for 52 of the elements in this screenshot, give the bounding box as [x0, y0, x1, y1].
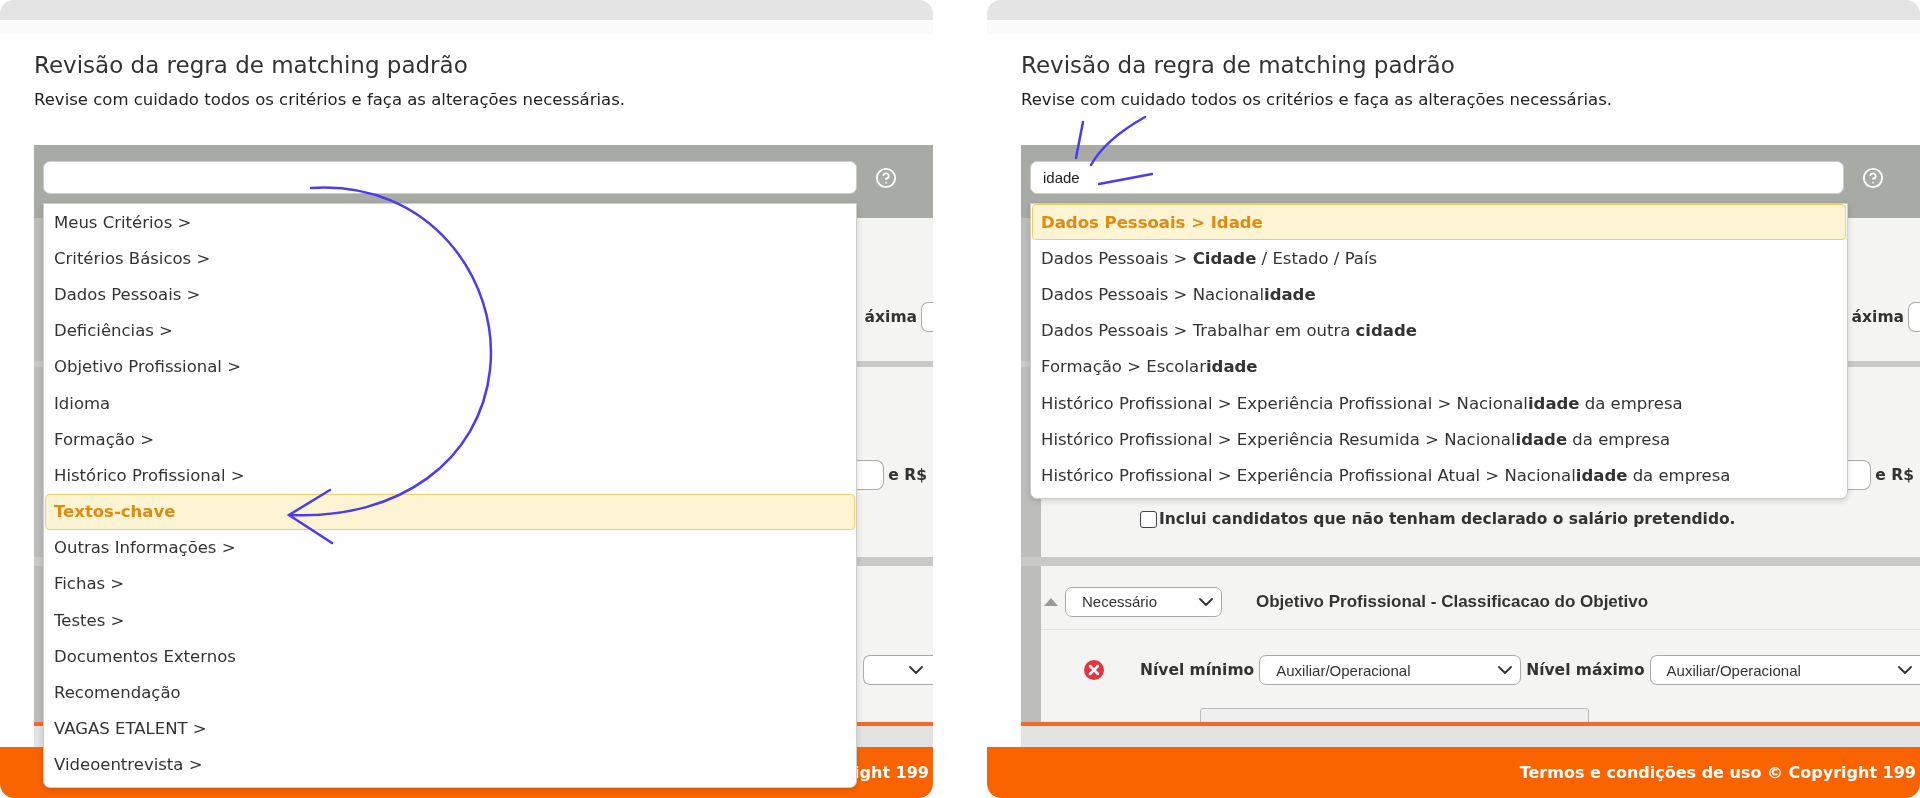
dropdown-item[interactable]: Histórico Profissional > Experiência Resumida > Nacionalidade da empresa	[1032, 421, 1846, 458]
dropdown-item[interactable]: Fichas >	[45, 565, 855, 603]
remove-icon[interactable]	[1083, 659, 1105, 681]
select-field[interactable]	[1908, 302, 1920, 332]
dropdown-item[interactable]: Dados Pessoais >	[45, 276, 855, 313]
page-title: Revisão da regra de matching padrão	[34, 51, 469, 80]
triangle-up-icon[interactable]	[1043, 596, 1059, 607]
checkbox-label: Inclui candidatos que não tenham declarado o salário pretendido.	[1159, 510, 1736, 528]
dropdown-item[interactable]: Documentos Externos	[45, 638, 855, 675]
dropdown-item[interactable]: Dados Pessoais > Cidade / Estado / País	[1032, 240, 1846, 277]
dropdown-item[interactable]: Recomendação	[45, 674, 855, 711]
help-icon[interactable]	[875, 166, 897, 189]
dropdown-item[interactable]: Formação > Escolaridade	[1032, 348, 1846, 385]
chevron-icon	[909, 666, 923, 674]
dropdown-item[interactable]: Dados Pessoais > Nacionalidade	[1032, 276, 1846, 313]
select-field[interactable]: Necessário	[1065, 586, 1222, 617]
dropdown-item[interactable]: Formação >	[45, 421, 855, 458]
section-title: Objetivo Profissional - Classificacao do Objetivo	[1256, 591, 1649, 612]
footer-text: Termos e condições de uso © Copyright 199	[1519, 763, 1916, 782]
help-icon[interactable]	[1862, 166, 1884, 189]
chevron-icon	[1199, 597, 1213, 606]
dropdown-item[interactable]: Outras Informações >	[45, 529, 855, 566]
select-field[interactable]: Auxiliar/Operacional	[1649, 655, 1920, 685]
field-label: e R$	[888, 466, 927, 484]
page-subtitle: Revise com cuidado todos os critérios e faça as alterações necessárias.	[34, 90, 626, 110]
dropdown-item[interactable]: Dados Pessoais > Trabalhar em outra cidade	[1032, 312, 1846, 349]
field-label: Nível máximo	[1526, 661, 1645, 679]
chevron-icon	[1898, 666, 1912, 674]
field-label: e R$	[1875, 466, 1914, 484]
dropdown-item[interactable]: Histórico Profissional > Experiência Profissional Atual > Nacionalidade da empresa	[1032, 457, 1846, 494]
select-field[interactable]	[921, 302, 933, 332]
dropdown-item[interactable]: Histórico Profissional >	[45, 457, 855, 494]
dropdown-item[interactable]: Objetivo Profissional >	[45, 348, 855, 385]
dropdown-item[interactable]: Histórico Profissional > Experiência Profissional > Nacionalidade da empresa	[1032, 384, 1846, 422]
field-label: Nível mínimo	[1140, 661, 1255, 679]
checkbox[interactable]	[1140, 510, 1157, 528]
dropdown-item[interactable]: Meus Critérios >	[45, 204, 855, 241]
field-label: áxima	[864, 308, 917, 326]
page-title: Revisão da regra de matching padrão	[1021, 51, 1456, 80]
dropdown-item[interactable]: Deficiências >	[45, 312, 855, 349]
select-field[interactable]: Auxiliar/Operacional	[1259, 655, 1522, 685]
dropdown-item[interactable]: Critérios Básicos >	[45, 240, 855, 277]
field-label: áxima	[1851, 308, 1904, 326]
dropdown-item[interactable]: Videoentrevista >	[45, 746, 855, 783]
search-field[interactable]	[43, 161, 857, 194]
dropdown-item[interactable]: VAGAS ETALENT >	[45, 710, 855, 747]
dropdown-item[interactable]: Testes >	[45, 602, 855, 639]
dropdown-item[interactable]: Idioma	[45, 384, 855, 422]
select-field[interactable]	[863, 655, 933, 685]
search-field[interactable]: idade	[1030, 161, 1844, 194]
chevron-icon	[1498, 666, 1513, 674]
page-subtitle: Revise com cuidado todos os critérios e faça as alterações necessárias.	[1021, 90, 1613, 110]
